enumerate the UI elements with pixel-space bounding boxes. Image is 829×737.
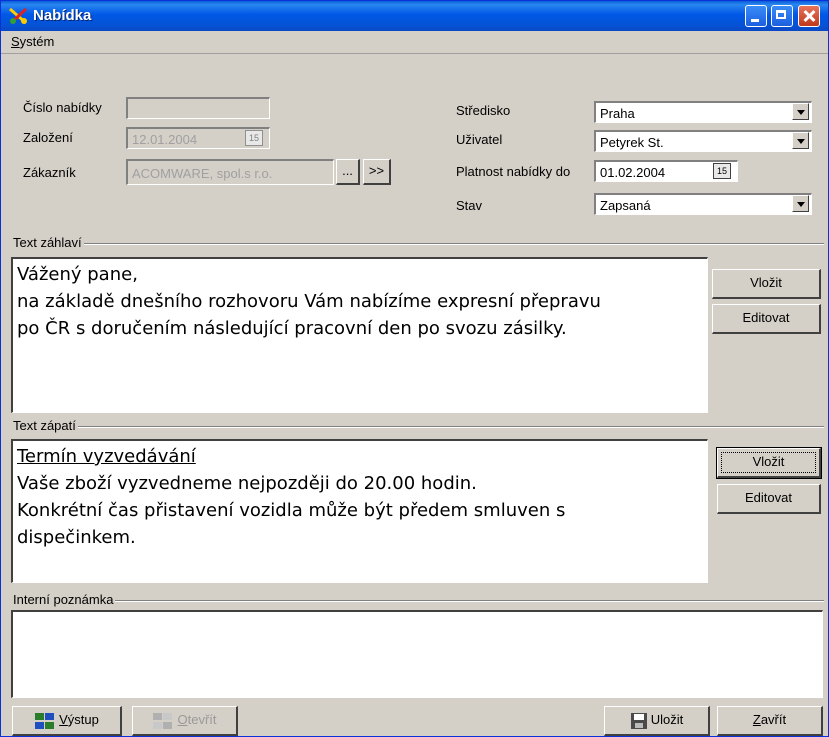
footer-text-line: Konkrétní čas přistavení vozidla může bý…: [17, 500, 566, 521]
goto-customer-button[interactable]: >>: [363, 159, 391, 185]
calendar-icon[interactable]: 15: [713, 163, 731, 179]
stredisko-combo[interactable]: Praha: [594, 101, 812, 123]
uzivatel-combo[interactable]: Petyrek St.: [594, 130, 812, 152]
stav-combo[interactable]: Zapsaná: [594, 193, 812, 215]
window-title: Nabídka: [33, 7, 92, 24]
platnost-value: 01.02.2004: [600, 165, 666, 180]
app-icon: [9, 7, 28, 25]
export-icon: [35, 712, 55, 729]
header-text-line: Vážený pane,: [17, 264, 138, 285]
cislo-field[interactable]: [126, 97, 270, 119]
minimize-button[interactable]: [745, 5, 767, 27]
maximize-button[interactable]: [771, 5, 793, 27]
footer-group-label: Text zápatí: [11, 418, 78, 433]
zavrit-label: avřít: [760, 712, 787, 727]
header-text-line: na základě dnešního rozhovoru Vám nabízí…: [17, 291, 601, 312]
browse-customer-button[interactable]: ...: [336, 159, 360, 185]
uzivatel-dropdown-icon[interactable]: [792, 132, 809, 149]
stav-value: Zapsaná: [600, 198, 651, 213]
vystup-accelerator: V: [59, 712, 68, 727]
open-icon: [153, 712, 173, 729]
stredisko-label: Středisko: [456, 103, 511, 118]
otevrit-button[interactable]: Otevřít: [132, 706, 238, 736]
header-insert-button[interactable]: Vložit: [712, 269, 821, 299]
stav-dropdown-icon[interactable]: [792, 195, 809, 212]
zakaznik-label: Zákazník: [23, 165, 76, 180]
header-text-area[interactable]: Vážený pane, na základě dnešního rozhovo…: [11, 257, 708, 413]
footer-text-line: Vaše zboží vyzvedneme nejpozději do 20.0…: [17, 473, 477, 494]
cislo-label: Číslo nabídky: [23, 100, 102, 115]
vystup-label: ýstup: [67, 712, 99, 727]
close-button[interactable]: [798, 5, 820, 27]
uzivatel-value: Petyrek St.: [600, 135, 664, 150]
footer-text-area[interactable]: Termín vyzvedávání Vaše zboží vyzvedneme…: [11, 439, 708, 583]
header-group-label: Text záhlaví: [11, 235, 84, 250]
footer-edit-button[interactable]: Editovat: [717, 484, 821, 514]
save-icon: [630, 712, 647, 729]
menu-system-accelerator: S: [11, 34, 20, 49]
uzivatel-label: Uživatel: [456, 132, 503, 147]
calendar-icon[interactable]: 15: [245, 130, 263, 146]
stredisko-dropdown-icon[interactable]: [792, 103, 809, 120]
zavrit-button[interactable]: Zavřít: [717, 706, 823, 736]
zalozeni-label: Založení: [23, 130, 73, 145]
note-group-label: Interní poznámka: [11, 592, 116, 607]
footer-heading: Termín vyzvedávání: [17, 446, 196, 467]
zakaznik-field[interactable]: ACOMWARE, spol.s r.o.: [126, 159, 334, 185]
menu-system[interactable]: Systém: [11, 34, 54, 49]
zavrit-accelerator: Z: [752, 712, 761, 727]
note-group-divider: [11, 600, 824, 602]
otevrit-label: tevřít: [187, 712, 217, 727]
ulozit-label: Uložit: [650, 712, 684, 727]
ulozit-button[interactable]: Uložit: [604, 706, 710, 736]
vystup-button[interactable]: Výstup: [12, 706, 122, 736]
header-edit-button[interactable]: Editovat: [712, 304, 821, 334]
title-bar[interactable]: Nabídka: [1, 1, 828, 31]
platnost-label: Platnost nabídky do: [456, 164, 571, 179]
stav-label: Stav: [456, 198, 483, 213]
otevrit-accelerator: O: [177, 712, 188, 727]
focus-rect: [721, 452, 816, 473]
nabidka-window: Nabídka Systém Číslo nabídky Založení 12…: [0, 0, 829, 737]
header-text-line: po ČR s doručením následující pracovní d…: [17, 318, 567, 339]
header-group-divider: [11, 243, 824, 245]
footer-group-divider: [11, 426, 824, 428]
footer-text-line: dispečinkem.: [17, 527, 136, 548]
zalozeni-value: 12.01.2004: [132, 132, 198, 147]
internal-note-area[interactable]: [11, 610, 823, 698]
menu-bar: Systém: [1, 31, 828, 54]
footer-insert-button[interactable]: Vložit: [716, 447, 822, 479]
stredisko-value: Praha: [600, 106, 635, 121]
menu-system-label: ystém: [19, 34, 55, 49]
